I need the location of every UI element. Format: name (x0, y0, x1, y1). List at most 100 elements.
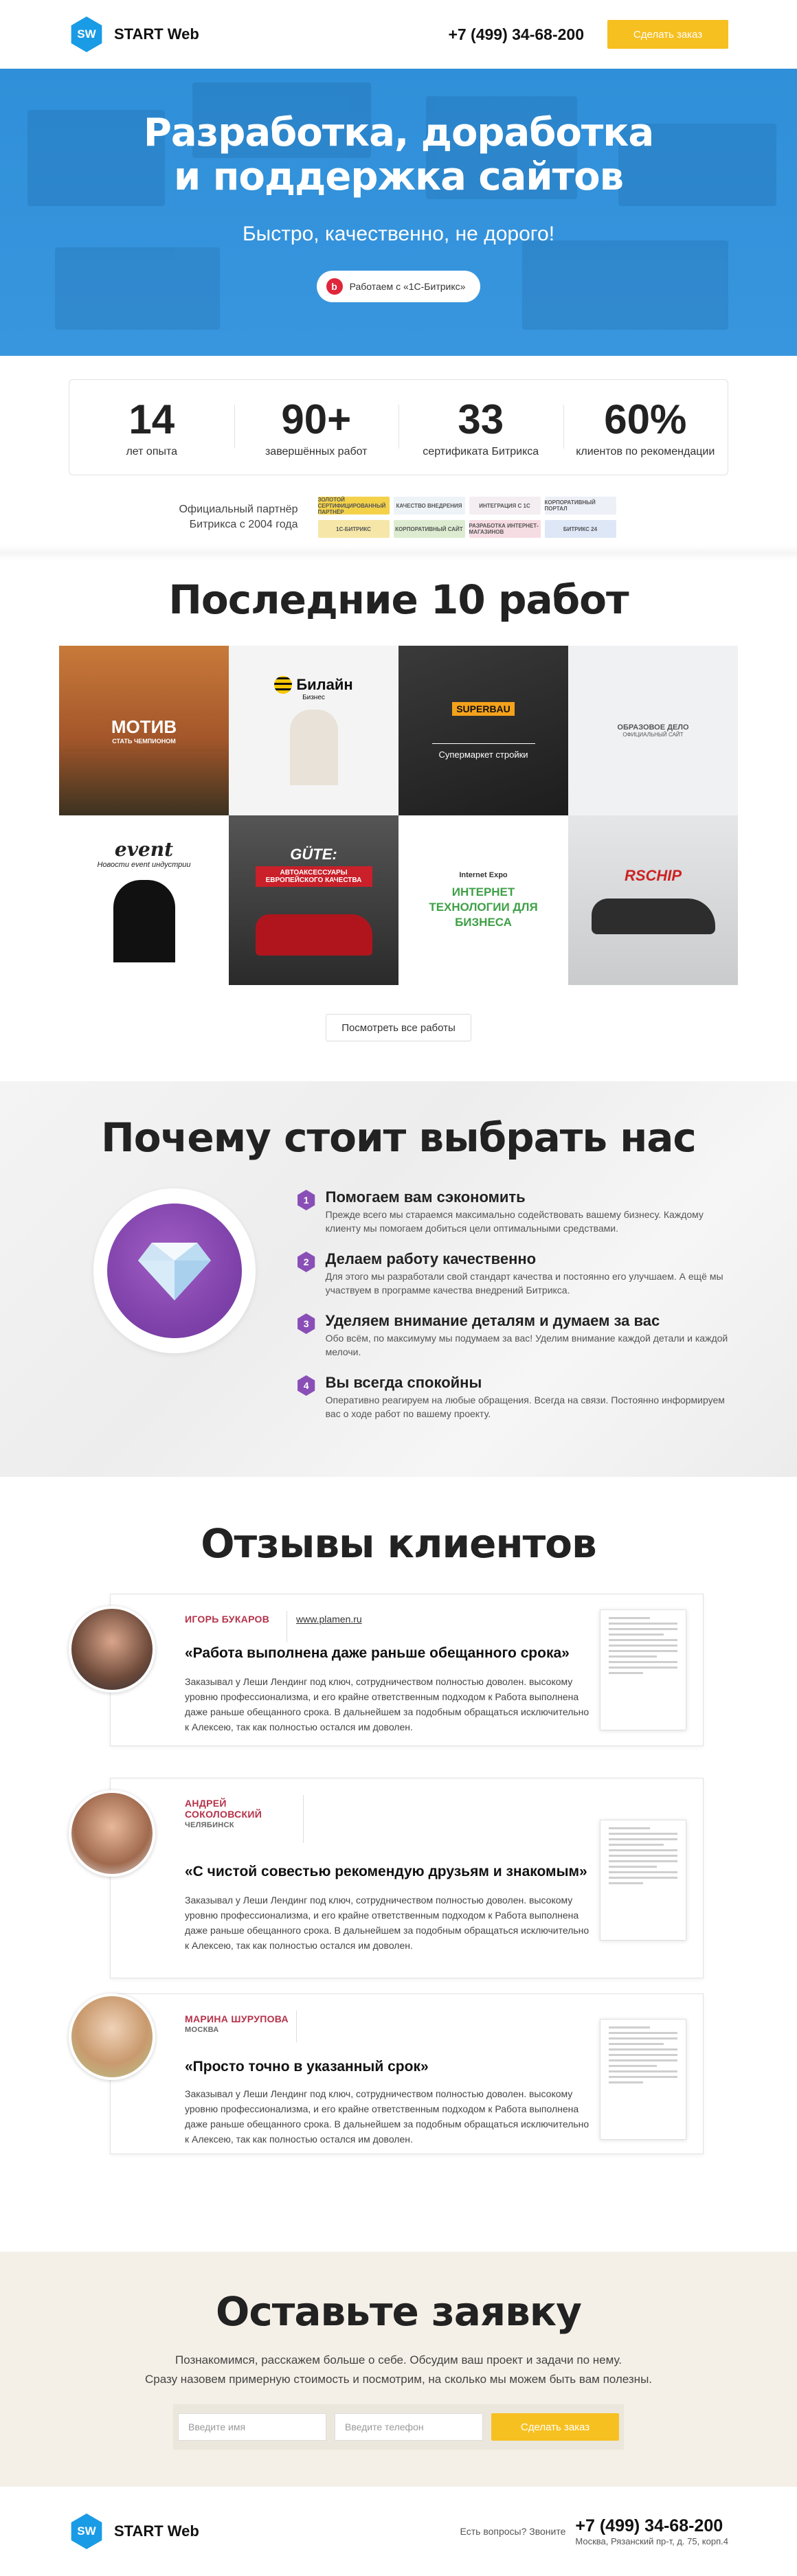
stat-item: 90+ завершённых работ (234, 396, 399, 458)
why-heading: Помогаем вам сэкономить (325, 1188, 526, 1206)
review-quote: «С чистой совестью рекомендую друзьям и … (185, 1864, 587, 1879)
view-all-works-button[interactable]: Посмотреть все работы (326, 1014, 471, 1041)
partner-text: Официальный партнёр Битрикса с 2004 года (179, 504, 298, 530)
reviewer-name: АНДРЕЙ СОКОЛОВСКИЙ ЧЕЛЯБИНСК (185, 1798, 288, 1829)
logo[interactable]: SW START Web (69, 16, 199, 52)
phone-input[interactable]: Введите телефон (335, 2413, 483, 2441)
stat-item: 60% клиентов по рекомендации (563, 396, 728, 458)
number-badge: 3 (298, 1313, 315, 1334)
why-heading: Уделяем внимание деталям и думаем за вас (325, 1312, 660, 1329)
work-tile-internet-expo[interactable]: Internet Expo ИНТЕРНЕТ ТЕХНОЛОГИИ ДЛЯ БИ… (398, 815, 568, 985)
review-quote: «Работа выполнена даже раньше обещанного… (185, 1645, 570, 1661)
review-text: Заказывал у Леши Лендинг под ключ, сотру… (185, 1895, 590, 1951)
why-text: Прежде всего мы стараемся максимально со… (325, 1209, 704, 1234)
logo-text: START Web (114, 2522, 199, 2540)
form-title: Оставьте заявку (216, 2288, 582, 2335)
stat-label: завершённых работ (265, 446, 368, 457)
why-item: 2 Делаем работу качественно Для этого мы … (297, 1250, 728, 1297)
certificate-badge: БИТРИКС 24 (544, 520, 616, 538)
review-quote: «Просто точно в указанный срок» (185, 2059, 429, 2075)
beeline-logo-icon (274, 676, 293, 694)
work-tile-motiv[interactable]: МОТИВ СТАТЬ ЧЕМПИОНОМ (59, 646, 229, 815)
hero-section: Разработка, доработка и поддержка сайтов … (0, 69, 797, 356)
work-tile-obrazovoe[interactable]: ОБРАЗОВОЕ ДЕЛО ОФИЦИАЛЬНЫЙ САЙТ (568, 646, 738, 815)
works-title: Последние 10 работ (168, 576, 629, 623)
avatar (69, 1606, 155, 1693)
diamond-badge (93, 1188, 256, 1353)
why-item: 1 Помогаем вам сэкономить Прежде всего мы… (297, 1188, 728, 1235)
logo-badge: SW (71, 2513, 102, 2549)
stat-number: 14 (128, 396, 175, 442)
avatar (69, 1993, 155, 2080)
number-badge: 1 (298, 1190, 315, 1210)
certificate-badge: КОРПОРАТИВНЫЙ ПОРТАЛ (544, 497, 616, 515)
why-list: 1 Помогаем вам сэкономить Прежде всего мы… (297, 1188, 728, 1436)
work-tile-event[interactable]: event Новости event индустрии (59, 815, 229, 985)
number-badge: 4 (298, 1375, 315, 1396)
certificate-badge: ЗОЛОТОЙ СЕРТИФИЦИРОВАННЫЙ ПАРТНЁР (317, 497, 390, 515)
footer-address: Москва, Рязанский пр-т, д. 75, корп.4 (575, 2536, 728, 2546)
header-phone[interactable]: +7 (499) 34-68-200 (448, 25, 584, 44)
certificate-badge: ИНТЕГРАЦИЯ С 1С (469, 497, 541, 515)
person-image (289, 710, 338, 785)
work-tile-beeline[interactable]: Билайн Бизнес (229, 646, 398, 815)
certificate-badge: РАЗРАБОТКА ИНТЕРНЕТ-МАГАЗИНОВ (469, 520, 541, 538)
certificates: ЗОЛОТОЙ СЕРТИФИЦИРОВАННЫЙ ПАРТНЁР КАЧЕСТ… (316, 494, 618, 541)
review-card: ИГОРЬ БУКАРОВ www.plamen.ru «Работа выпо… (69, 1594, 728, 1778)
review-text: Заказывал у Леши Лендинг под ключ, сотру… (185, 1676, 590, 1732)
why-title: Почему стоит выбрать нас (101, 1114, 697, 1161)
work-tile-gute[interactable]: GÜTE: АВТОАКСЕССУАРЫ ЕВРОПЕЙСКОГО КАЧЕСТ… (229, 815, 398, 985)
name-input[interactable]: Введите имя (178, 2413, 326, 2441)
bitrix-icon: b (326, 278, 343, 295)
partner-block: Официальный партнёр Битрикса с 2004 года … (0, 493, 797, 541)
request-form-section: Оставьте заявку Познакомимся, расскажем … (0, 2252, 797, 2487)
hero-title: Разработка, доработка и поддержка сайтов (143, 111, 654, 199)
work-tile-rschip[interactable]: RSCHIP (568, 815, 738, 985)
logo-text: START Web (114, 25, 199, 43)
bitrix-badge: b Работаем с «1С-Битрикс» (316, 271, 481, 302)
submit-order-button[interactable]: Сделать заказ (491, 2413, 619, 2441)
works-grid: МОТИВ СТАТЬ ЧЕМПИОНОМ Билайн Бизнес SUPE… (59, 646, 738, 985)
stat-number: 90+ (281, 396, 352, 442)
logo-badge: SW (71, 16, 102, 52)
bitrix-badge-label: Работаем с «1С-Битрикс» (349, 281, 466, 292)
certificate-badge: 1С-БИТРИКС (317, 520, 390, 538)
request-form: Введите имя Введите телефон Сделать зака… (173, 2404, 624, 2450)
order-button[interactable]: Сделать заказ (607, 20, 728, 49)
hero-subtitle: Быстро, качественно, не дорого! (242, 223, 555, 245)
site-header: SW START Web +7 (499) 34-68-200 Сделать … (0, 0, 797, 69)
review-letter-thumbnail[interactable] (600, 1609, 686, 1730)
form-description: Познакомимся, расскажем больше о себе. О… (144, 2353, 653, 2386)
footer-logo[interactable]: SW START Web (69, 2513, 199, 2549)
reviewer-website-link[interactable]: www.plamen.ru (296, 1614, 362, 1625)
stats-panel: 14 лет опыта 90+ завершённых работ 33 се… (69, 379, 728, 475)
why-text: Оперативно реагируем на любые обращения.… (325, 1394, 725, 1419)
divider (0, 545, 797, 561)
stat-label: лет опыта (126, 446, 178, 457)
certificate-badge: КОРПОРАТИВНЫЙ САЙТ (393, 520, 465, 538)
stat-item: 33 сертификата Битрикса (398, 396, 563, 458)
diamond-icon (137, 1243, 211, 1300)
certificate-badge: КАЧЕСТВО ВНЕДРЕНИЯ (393, 497, 465, 515)
reviewer-name: ИГОРЬ БУКАРОВ (185, 1614, 270, 1625)
site-footer: SW START Web Есть вопросы? Звоните +7 (4… (0, 2487, 797, 2576)
review-letter-thumbnail[interactable] (600, 1820, 686, 1941)
why-heading: Делаем работу качественно (325, 1250, 537, 1267)
why-item: 3 Уделяем внимание деталям и думаем за в… (297, 1312, 728, 1359)
reviewer-name: МАРИНА ШУРУПОВА МОСКВА (185, 2013, 289, 2034)
avatar (69, 1790, 155, 1877)
reviews-title: Отзывы клиентов (201, 1520, 596, 1567)
stat-item: 14 лет опыта (69, 396, 234, 458)
why-text: Для этого мы разработали свой стандарт к… (325, 1271, 723, 1296)
work-tile-superbau[interactable]: SUPERBAU Супермаркет стройки (398, 646, 568, 815)
stat-number: 60% (604, 396, 687, 442)
review-card: АНДРЕЙ СОКОЛОВСКИЙ ЧЕЛЯБИНСК «С чистой со… (69, 1778, 728, 1993)
reviewer-city: ЧЕЛЯБИНСК (185, 1821, 234, 1829)
footer-phone[interactable]: +7 (499) 34-68-200 (575, 2516, 728, 2536)
reviewer-city: МОСКВА (185, 2026, 219, 2034)
number-badge: 2 (298, 1252, 315, 1272)
car-image (591, 898, 715, 934)
why-item: 4 Вы всегда спокойны Оперативно реагируем… (297, 1374, 728, 1421)
why-section: Почему стоит выбрать нас 1 Помогаем вам … (0, 1081, 797, 1477)
review-letter-thumbnail[interactable] (600, 2019, 686, 2140)
